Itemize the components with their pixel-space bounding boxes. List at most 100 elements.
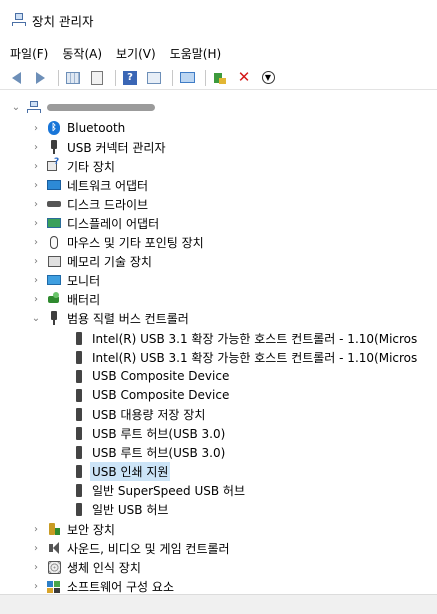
tree-item-label: 마우스 및 기타 포인팅 장치 xyxy=(67,235,204,250)
help-button[interactable]: ? xyxy=(120,69,140,87)
usb-device-item[interactable]: Intel(R) USB 3.1 확장 가능한 호스트 컨트롤러 - 1.10(… xyxy=(72,329,417,347)
usb-plug-icon xyxy=(76,388,82,402)
tree-item-label: 범용 직렬 버스 컨트롤러 xyxy=(67,311,189,326)
view-icon xyxy=(147,71,161,84)
tree-item-label: USB 인쇄 지원 xyxy=(90,461,171,481)
chevron-right-icon[interactable]: › xyxy=(30,581,42,592)
usb-plug-icon xyxy=(76,369,82,383)
display-adapter-icon xyxy=(47,218,61,228)
title-bar: 장치 관리자 xyxy=(0,0,437,40)
chevron-right-icon[interactable]: › xyxy=(30,218,42,229)
usb-plug-icon xyxy=(47,311,61,325)
disk-drive-icon xyxy=(47,201,61,207)
tree-item-sound-video-game[interactable]: › 사운드, 비디오 및 게임 컨트롤러 xyxy=(30,539,230,557)
usb-device-item[interactable]: Intel(R) USB 3.1 확장 가능한 호스트 컨트롤러 - 1.10(… xyxy=(72,348,417,366)
usb-plug-icon xyxy=(76,464,82,478)
status-bar xyxy=(0,594,437,614)
usb-device-item[interactable]: 일반 USB 허브 xyxy=(72,500,168,518)
toolbar: ? ✕ ▼ xyxy=(0,66,437,90)
chevron-right-icon[interactable]: › xyxy=(30,142,42,153)
chevron-right-icon[interactable]: › xyxy=(30,161,42,172)
tree-item-monitors[interactable]: › 모니터 xyxy=(30,271,100,289)
chevron-right-icon[interactable]: › xyxy=(30,543,42,554)
chevron-right-icon[interactable]: › xyxy=(30,275,42,286)
properties-button[interactable] xyxy=(87,69,107,87)
tree-item-label: USB 루트 허브(USB 3.0) xyxy=(92,445,226,460)
usb-device-item[interactable]: USB Composite Device xyxy=(72,367,229,385)
back-icon xyxy=(11,71,21,84)
tree-item-mice[interactable]: › 마우스 및 기타 포인팅 장치 xyxy=(30,233,204,251)
toolbar-separator xyxy=(115,69,116,86)
network-adapter-icon xyxy=(47,180,61,190)
memory-device-icon xyxy=(47,255,61,267)
tree-item-label: Intel(R) USB 3.1 확장 가능한 호스트 컨트롤러 - 1.10(… xyxy=(92,350,418,365)
battery-icon xyxy=(47,292,61,306)
chevron-right-icon[interactable]: › xyxy=(30,562,42,573)
uninstall-icon: ✕ xyxy=(237,68,251,86)
tree-item-batteries[interactable]: › 배터리 xyxy=(30,290,100,308)
device-manager-icon xyxy=(12,13,26,27)
tree-item-memory-technology-devices[interactable]: › 메모리 기술 장치 xyxy=(30,252,152,270)
chevron-right-icon[interactable]: › xyxy=(30,180,42,191)
scan-hardware-button[interactable] xyxy=(177,69,197,87)
toolbar-separator xyxy=(205,69,206,86)
chevron-down-icon[interactable]: ⌄ xyxy=(30,313,42,324)
chevron-right-icon[interactable]: › xyxy=(30,294,42,305)
grid-icon xyxy=(66,71,80,84)
chevron-right-icon[interactable]: › xyxy=(30,123,42,134)
chevron-right-icon[interactable]: › xyxy=(30,199,42,210)
tree-item-display-adapters[interactable]: › 디스플레이 어댑터 xyxy=(30,214,159,232)
monitor-icon xyxy=(47,275,61,285)
bluetooth-icon: ᛒ xyxy=(48,121,60,135)
tree-item-label: USB 루트 허브(USB 3.0) xyxy=(92,426,226,441)
usb-device-item[interactable]: USB 대용량 저장 장치 xyxy=(72,405,205,423)
tree-item-label: 모니터 xyxy=(67,273,101,288)
usb-plug-icon xyxy=(76,331,82,345)
usb-device-item[interactable]: USB 루트 허브(USB 3.0) xyxy=(72,443,225,461)
tree-item-label: 소프트웨어 구성 요소 xyxy=(67,579,174,594)
forward-button[interactable] xyxy=(30,69,50,87)
computer-icon xyxy=(27,100,41,114)
update-driver-icon xyxy=(213,71,227,85)
tree-item-network-adapters[interactable]: › 네트워크 어댑터 xyxy=(30,176,148,194)
back-button[interactable] xyxy=(6,69,26,87)
usb-plug-icon xyxy=(76,502,82,516)
toolbar-separator xyxy=(58,69,59,86)
usb-plug-icon xyxy=(76,407,82,421)
usb-device-item[interactable]: USB 루트 허브(USB 3.0) xyxy=(72,424,225,442)
menu-action[interactable]: 동작(A) xyxy=(62,45,102,62)
tree-item-disk-drives[interactable]: › 디스크 드라이브 xyxy=(30,195,148,213)
tree-item-usb-connector-manager[interactable]: › USB 커넥터 관리자 xyxy=(30,138,166,156)
usb-device-item[interactable]: 일반 SuperSpeed USB 허브 xyxy=(72,481,245,499)
show-hide-console-tree-button[interactable] xyxy=(63,69,83,87)
uninstall-button[interactable]: ✕ xyxy=(234,69,254,87)
menu-view[interactable]: 보기(V) xyxy=(116,45,156,62)
tree-item-label: 사운드, 비디오 및 게임 컨트롤러 xyxy=(67,541,230,556)
help-icon: ? xyxy=(123,70,137,85)
biometric-icon xyxy=(47,560,61,574)
tree-item-security-devices[interactable]: › 보안 장치 xyxy=(30,520,115,538)
tree-root[interactable]: ⌄ xyxy=(10,98,155,116)
tree-item-bluetooth[interactable]: › ᛒ Bluetooth xyxy=(30,119,125,137)
chevron-right-icon[interactable]: › xyxy=(30,256,42,267)
usb-device-item-selected[interactable]: USB 인쇄 지원 xyxy=(72,461,171,481)
tree-item-software-components[interactable]: › 소프트웨어 구성 요소 xyxy=(30,577,174,594)
view-button[interactable] xyxy=(144,69,164,87)
chevron-down-icon[interactable]: ⌄ xyxy=(10,102,22,113)
tree-item-label: USB Composite Device xyxy=(92,388,230,402)
menu-file[interactable]: 파일(F) xyxy=(10,45,48,62)
update-driver-button[interactable] xyxy=(210,69,230,87)
usb-plug-icon xyxy=(76,445,82,459)
tree-item-other-devices[interactable]: › ? 기타 장치 xyxy=(30,157,115,175)
chevron-right-icon[interactable]: › xyxy=(30,237,42,248)
menu-help[interactable]: 도움말(H) xyxy=(170,45,222,62)
chevron-right-icon[interactable]: › xyxy=(30,524,42,535)
software-component-icon xyxy=(47,579,61,593)
download-button[interactable]: ▼ xyxy=(258,69,278,87)
tree-item-usb-controllers[interactable]: ⌄ 범용 직렬 버스 컨트롤러 xyxy=(30,309,189,327)
monitor-icon xyxy=(179,72,195,83)
usb-device-item[interactable]: USB Composite Device xyxy=(72,386,229,404)
tree-item-biometric-devices[interactable]: › 생체 인식 장치 xyxy=(30,558,141,576)
window-title: 장치 관리자 xyxy=(32,13,94,29)
tree-item-label: 배터리 xyxy=(67,292,101,307)
